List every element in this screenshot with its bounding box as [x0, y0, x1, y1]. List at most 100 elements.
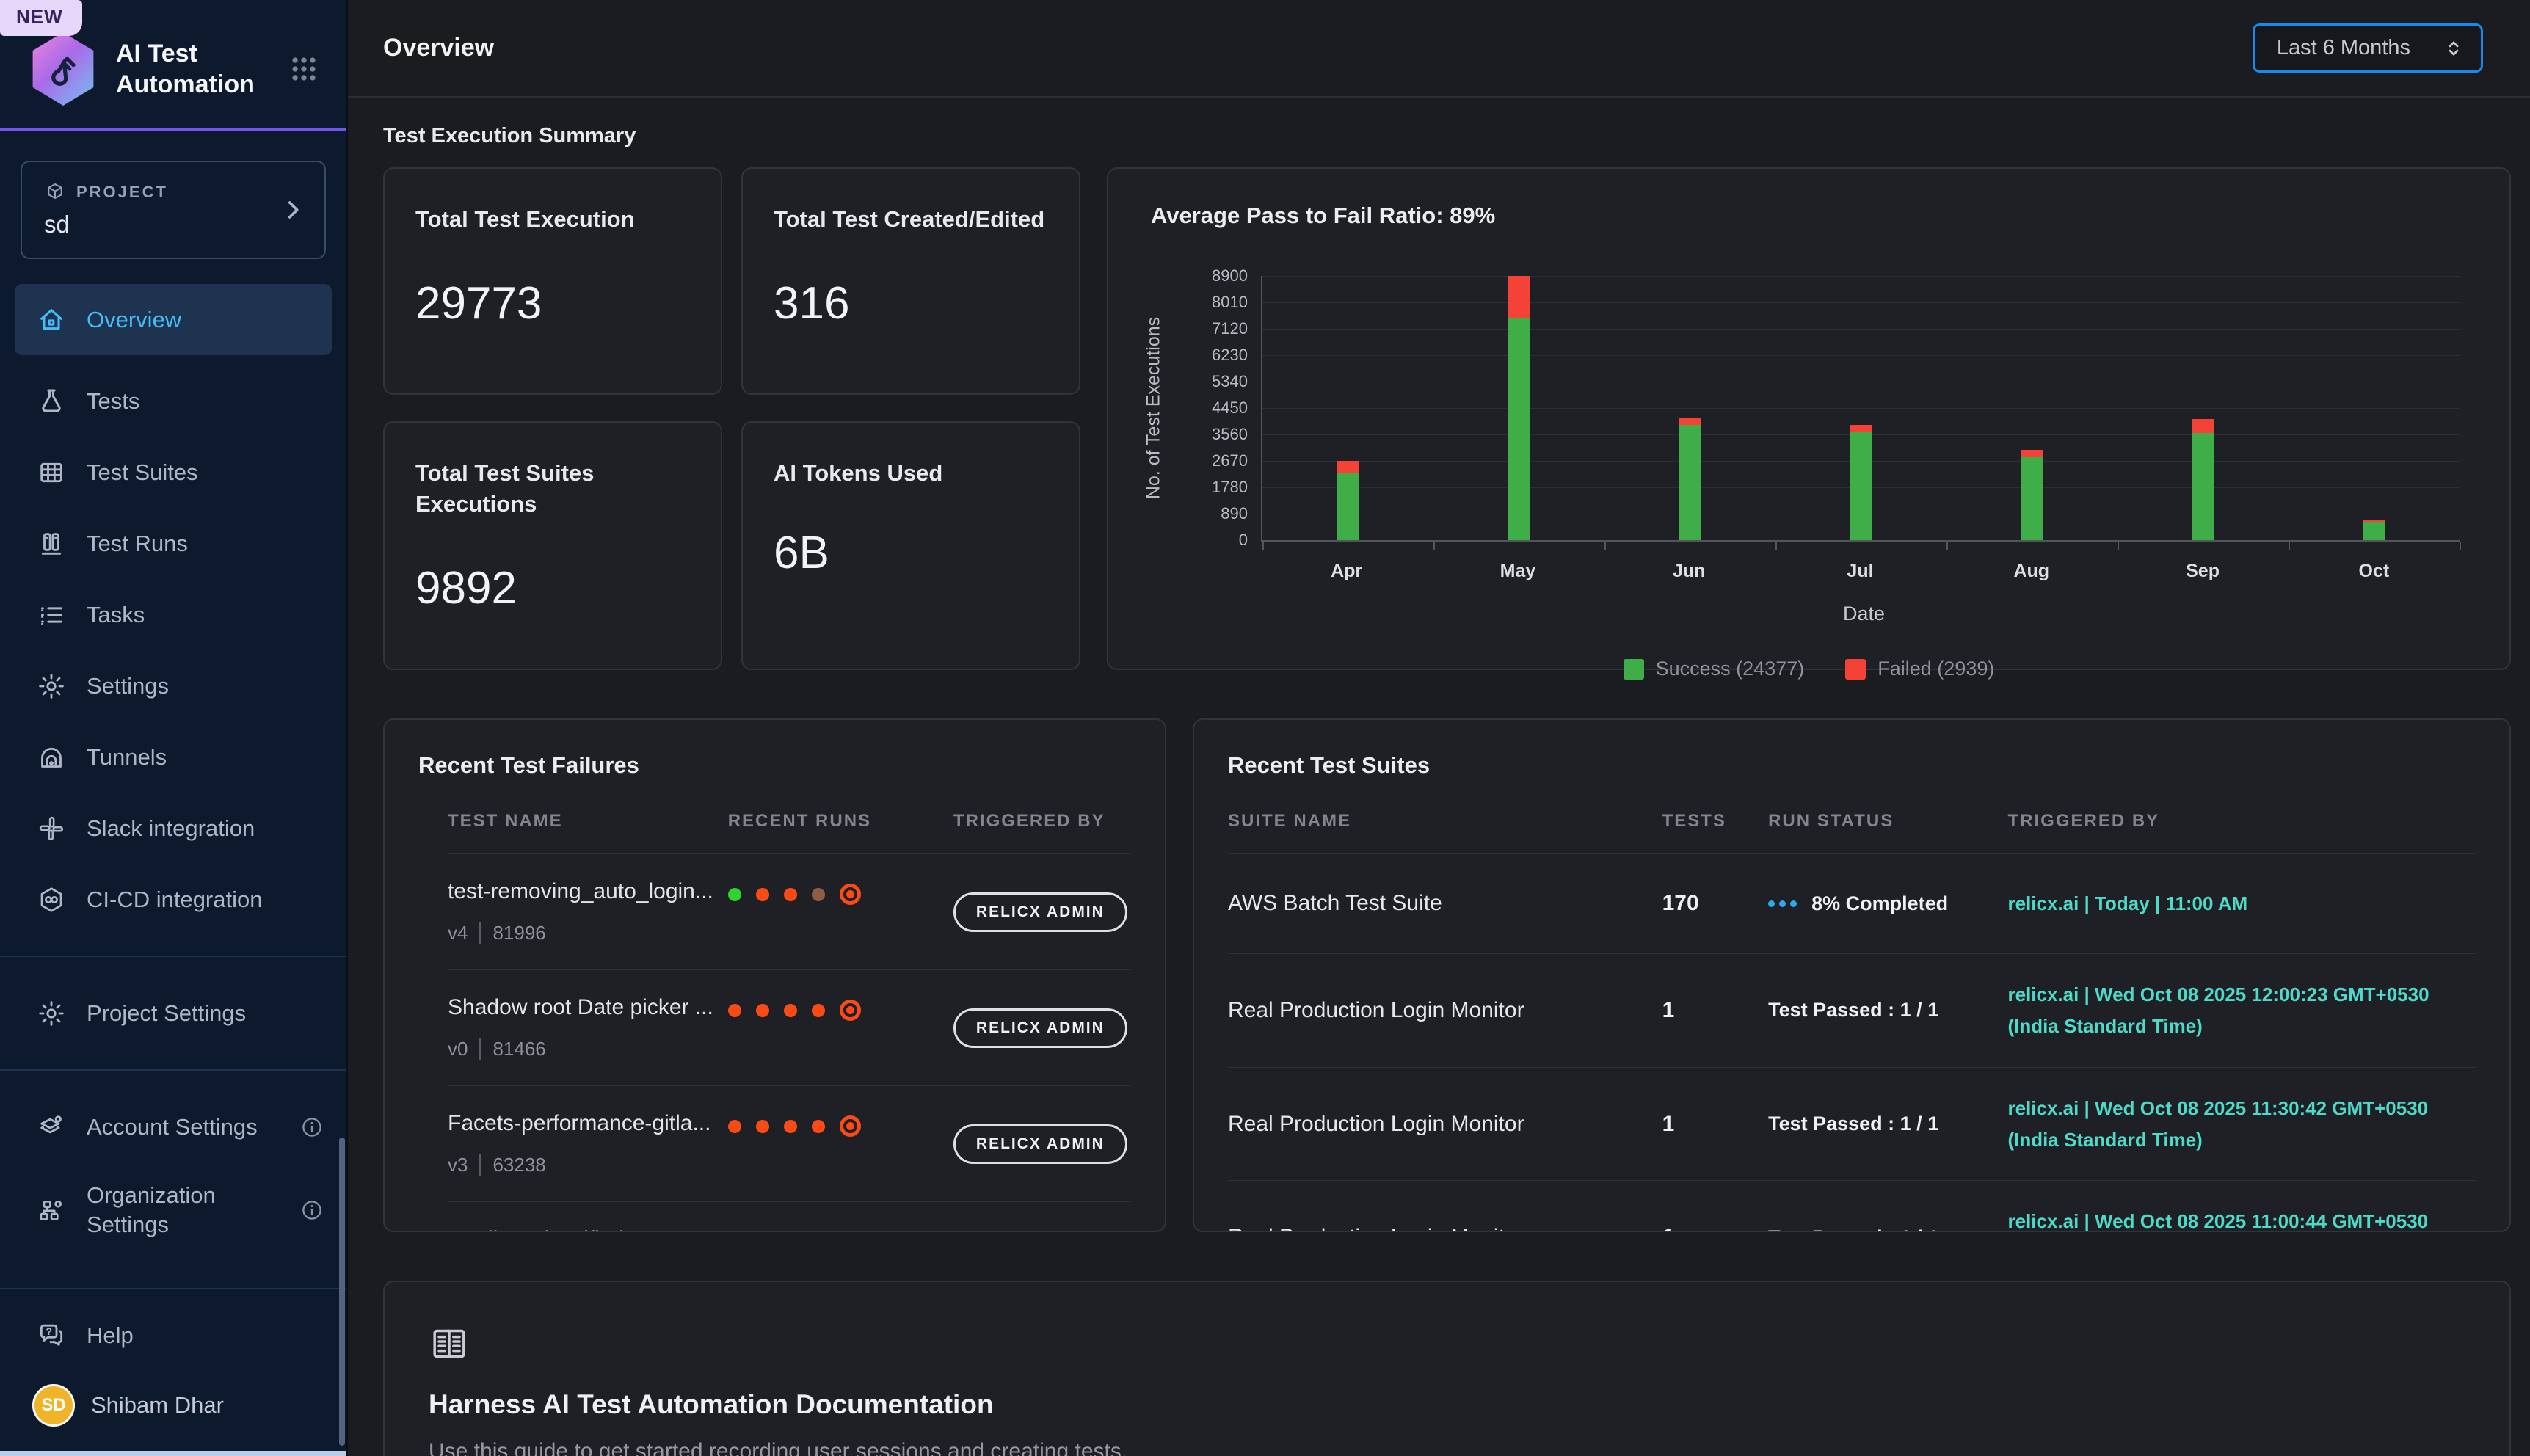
sidebar-item-account-settings[interactable]: Account Settings	[0, 1091, 346, 1162]
sidebar-item-test-suites[interactable]: Test Suites	[0, 437, 346, 508]
sidebar-item-settings[interactable]: Settings	[0, 650, 346, 721]
sidebar-item-label: Slack integration	[87, 815, 255, 842]
project-selector[interactable]: PROJECT sd	[21, 161, 326, 259]
sidebar-item-cicd-integration[interactable]: CI-CD integration	[0, 864, 346, 935]
sidebar-item-overview[interactable]: Overview	[15, 284, 332, 355]
run-status-dot	[840, 1115, 861, 1137]
info-icon[interactable]	[299, 1115, 324, 1140]
page-title: Overview	[383, 34, 494, 62]
table-row[interactable]: Real Production Login Monitor 1 Test Pas…	[1228, 953, 2476, 1067]
run-status-dot	[784, 1004, 797, 1017]
sidebar-item-test-runs[interactable]: Test Runs	[0, 508, 346, 579]
card-ai-tokens-used: AI Tokens Used 6B	[741, 421, 1080, 670]
card-title: Total Test Created/Edited	[774, 204, 1048, 235]
recent-runs-dots	[728, 1231, 953, 1232]
sidebar-item-project-settings[interactable]: Project Settings	[0, 978, 346, 1049]
legend-item: Success (24377)	[1624, 658, 1805, 680]
suite-tests-count: 1	[1662, 1225, 1769, 1232]
table-row[interactable]: Facets-performance-gitla... v363238 RELI…	[448, 1085, 1131, 1201]
column-header: RECENT RUNS	[728, 811, 953, 831]
column-header: TRIGGERED BY	[953, 811, 1131, 831]
run-status-dot	[812, 888, 825, 901]
chart-title: Average Pass to Fail Ratio: 89%	[1151, 203, 2467, 229]
triggered-by-link: relicx.ai | Wed Oct 08 2025 12:00:23 GMT…	[2007, 979, 2476, 1042]
card-total-test-execution: Total Test Execution 29773	[383, 167, 722, 395]
run-status-dot	[728, 888, 741, 901]
run-status-dot	[784, 1120, 797, 1133]
triggered-by-link: relicx.ai | Wed Oct 08 2025 11:00:44 GMT…	[2007, 1206, 2476, 1232]
svg-text:?: ?	[46, 1325, 52, 1337]
avatar: SD	[32, 1384, 75, 1427]
sidebar-scrollbar[interactable]	[339, 1138, 345, 1446]
chart-legend: Success (24377)Failed (2939)	[1151, 658, 2467, 680]
sidebar-item-tunnels[interactable]: Tunnels	[0, 721, 346, 793]
panel-title: Recent Test Failures	[418, 752, 1131, 779]
run-status-dot	[812, 1004, 825, 1017]
sidebar-divider	[0, 956, 346, 957]
table-row[interactable]: AWS Batch Test Suite 170 8% Completed re…	[1228, 853, 2476, 953]
sidebar-item-help[interactable]: ? Help	[0, 1300, 346, 1371]
run-status-dot	[784, 888, 797, 901]
documentation-panel: Harness AI Test Automation Documentation…	[383, 1281, 2511, 1456]
sidebar-item-tasks[interactable]: Tasks	[0, 579, 346, 650]
recent-runs-dots	[728, 1115, 953, 1137]
run-status-dot	[728, 1120, 741, 1133]
run-status: Test Passed : 1 / 1	[1768, 1113, 1938, 1135]
suite-name: AWS Batch Test Suite	[1228, 891, 1662, 916]
project-name: sd	[44, 211, 302, 239]
table-row[interactable]: Real Production Login Monitor 1 Test Pas…	[1228, 1180, 2476, 1232]
test-name: test-removing_auto_login...	[448, 879, 728, 904]
flask-icon	[37, 387, 66, 416]
recent-runs-dots	[728, 884, 953, 905]
new-badge: NEW	[0, 0, 82, 36]
content-scroll-area[interactable]: Test Execution Summary Total Test Execut…	[348, 98, 2530, 1456]
table-row[interactable]: Copilot: Classified: Leave... v663129 RE…	[448, 1201, 1131, 1232]
column-header: TEST NAME	[448, 811, 728, 831]
chevron-right-icon	[280, 197, 305, 222]
sidebar-item-label: Overview	[87, 307, 181, 333]
gear-icon	[37, 999, 66, 1028]
sidebar-item-label: Tests	[87, 388, 139, 415]
failures-table-header: TEST NAME RECENT RUNS TRIGGERED BY	[448, 811, 1131, 853]
time-range-select[interactable]: Last 6 Months	[2253, 23, 2483, 73]
run-status-dot	[756, 888, 769, 901]
suite-tests-count: 1	[1662, 998, 1769, 1023]
time-range-value: Last 6 Months	[2277, 36, 2410, 60]
recent-test-failures-panel: Recent Test Failures TEST NAME RECENT RU…	[383, 718, 1166, 1232]
slack-icon	[37, 814, 66, 843]
sidebar-nav: Overview Tests Test Suites	[0, 284, 346, 935]
recent-test-suites-panel: Recent Test Suites SUITE NAME TESTS RUN …	[1193, 718, 2511, 1232]
bar-chart: 0890178026703560445053406230712080108900…	[1261, 276, 2460, 542]
sidebar-divider	[0, 1069, 346, 1071]
run-status-dot	[756, 1004, 769, 1017]
table-row[interactable]: Real Production Login Monitor 1 Test Pas…	[1228, 1067, 2476, 1181]
info-icon[interactable]	[299, 1198, 324, 1223]
summary-cards: Total Test Execution 29773 Total Test Cr…	[383, 167, 1080, 670]
run-status-dot	[728, 1004, 741, 1017]
sidebar-footer: ? Help SD Shibam Dhar	[0, 1288, 346, 1456]
recent-runs-dots	[728, 1000, 953, 1021]
y-axis-label: No. of Test Executions	[1144, 317, 1165, 499]
chart-bars	[1262, 276, 2460, 540]
sidebar-item-label: Test Runs	[87, 531, 188, 557]
user-menu[interactable]: SD Shibam Dhar	[0, 1371, 346, 1446]
help-chat-icon: ?	[37, 1321, 66, 1350]
sidebar-bottom-scrollbar[interactable]	[0, 1451, 346, 1456]
card-value: 9892	[415, 562, 690, 614]
card-title: Total Test Suites Executions	[415, 458, 636, 520]
table-row[interactable]: Shadow root Date picker ... v081466 RELI…	[448, 969, 1131, 1085]
apps-grid-icon[interactable]	[288, 53, 320, 85]
test-name: Copilot: Classified: Leave...	[448, 1227, 728, 1232]
sidebar-item-organization-settings[interactable]: Organization Settings	[0, 1162, 346, 1258]
project-label: PROJECT	[76, 183, 168, 202]
gear-icon	[37, 671, 66, 701]
org-chart-gear-icon	[37, 1195, 66, 1225]
tasks-list-icon	[37, 600, 66, 630]
sidebar-item-tests[interactable]: Tests	[0, 365, 346, 437]
run-status-dot	[756, 1120, 769, 1133]
app-logo-icon	[29, 32, 97, 106]
card-total-test-created: Total Test Created/Edited 316	[741, 167, 1080, 395]
main-area: Overview Last 6 Months Test Execution Su…	[348, 0, 2530, 1456]
sidebar-item-slack-integration[interactable]: Slack integration	[0, 793, 346, 864]
table-row[interactable]: test-removing_auto_login... v481996 RELI…	[448, 853, 1131, 969]
